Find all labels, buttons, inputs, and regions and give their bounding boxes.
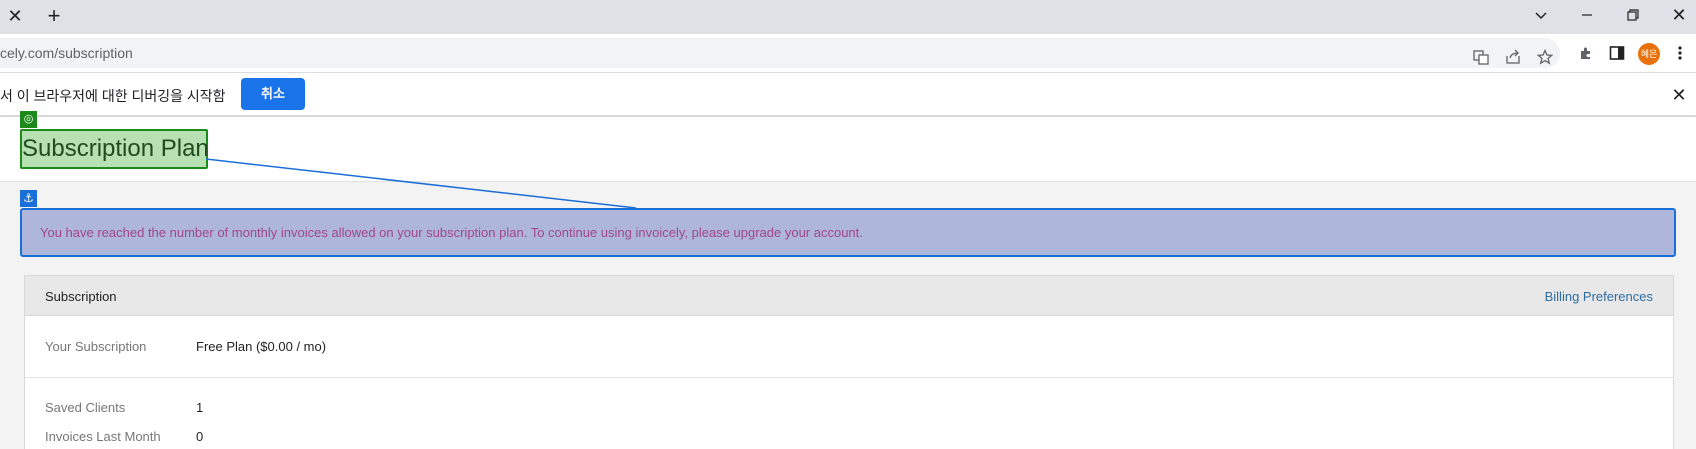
side-panel-icon[interactable] [1607, 43, 1627, 63]
infobar-message: 서 이 브라우저에 대한 디버깅을 시작함 [0, 88, 226, 104]
saved-clients-label: Saved Clients [45, 400, 126, 415]
panel-title: Subscription [45, 289, 117, 304]
invoices-last-month-label: Invoices Last Month [45, 429, 161, 444]
restore-icon [1627, 9, 1639, 21]
panel-header: Subscription Billing Preferences [25, 276, 1673, 316]
target-icon: ◎ [20, 111, 37, 128]
extensions-icon[interactable] [1576, 43, 1596, 63]
invoices-last-month-value: 0 [196, 429, 204, 444]
page-title: Subscription Plan [22, 135, 209, 162]
debugging-infobar: 서 이 브라우저에 대한 디버깅을 시작함 취소 ✕ [0, 72, 1696, 116]
minimize-button[interactable] [1564, 0, 1610, 30]
translate-icon[interactable] [1471, 47, 1491, 67]
restore-button[interactable] [1610, 0, 1656, 30]
url-path: /subscription [54, 45, 133, 61]
anchor-icon: ⚓ [20, 190, 37, 207]
close-tab-icon[interactable]: ✕ [4, 5, 26, 27]
subscription-panel: Subscription Billing Preferences Your Su… [24, 275, 1674, 449]
profile-avatar[interactable]: 혜은 [1638, 43, 1660, 65]
your-subscription-value: Free Plan ($0.00 / mo) [196, 339, 327, 354]
infobar-close-icon[interactable]: ✕ [1668, 84, 1690, 106]
tab-strip: ✕ + ✕ [0, 0, 1696, 34]
more-menu-icon[interactable] [1670, 43, 1690, 63]
page-header [0, 117, 1696, 182]
upgrade-alert-text: You have reached the number of monthly i… [40, 225, 863, 240]
new-tab-button[interactable]: + [42, 4, 66, 28]
cancel-debugging-button[interactable]: 취소 [241, 78, 305, 110]
saved-clients-value: 1 [196, 400, 204, 415]
tab-search-button[interactable] [1518, 0, 1564, 30]
url-domain: cely.com [0, 45, 55, 61]
row-divider [25, 377, 1673, 378]
minimize-icon [1582, 14, 1592, 16]
bookmark-star-icon[interactable] [1535, 47, 1555, 67]
browser-toolbar: cely.com/subscription 혜은 [0, 34, 1696, 72]
share-icon[interactable] [1503, 47, 1523, 67]
billing-preferences-link[interactable]: Billing Preferences [1545, 289, 1653, 304]
your-subscription-label: Your Subscription [45, 339, 147, 354]
url-text: cely.com/subscription [0, 45, 133, 61]
address-bar[interactable]: cely.com/subscription [0, 38, 1560, 68]
window-close-button[interactable]: ✕ [1656, 0, 1696, 30]
chevron-down-icon [1535, 12, 1547, 20]
